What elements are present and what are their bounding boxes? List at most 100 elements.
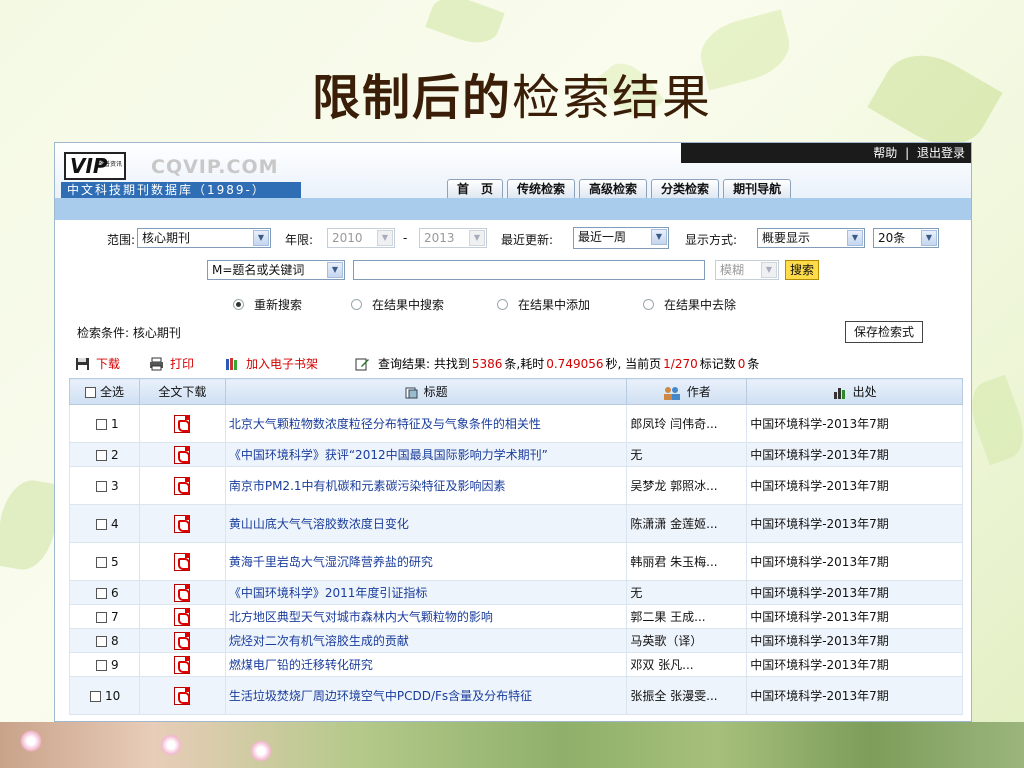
article-author[interactable]: 吴梦龙 郭照冰...: [626, 466, 748, 505]
year-to-value: 2013: [424, 231, 455, 245]
tab-journal-nav[interactable]: 期刊导航: [723, 179, 792, 199]
pdf-icon[interactable]: [174, 631, 191, 650]
article-author[interactable]: 郭二果 王成...: [626, 604, 748, 629]
pdf-icon[interactable]: [174, 583, 191, 602]
article-source[interactable]: 中国环境科学-2013年7期: [746, 504, 963, 543]
row-number: 10: [105, 688, 121, 703]
pdf-icon[interactable]: [174, 655, 191, 674]
match-select-value: 模糊: [720, 263, 745, 277]
match-select[interactable]: 模糊 ▼: [715, 260, 779, 280]
article-author[interactable]: 无: [626, 442, 748, 467]
article-source[interactable]: 中国环境科学-2013年7期: [746, 442, 963, 467]
radio-dot: [643, 299, 654, 310]
update-select[interactable]: 最近一周 ▼: [573, 227, 669, 249]
search-form: 范围: 核心期刊 ▼ 年限: 2010 ▼ - 2013 ▼ 最近更新: 最近一周 ▼ …: [55, 220, 971, 345]
pdf-icon[interactable]: [174, 514, 191, 533]
article-source[interactable]: 中国环境科学-2013年7期: [746, 542, 963, 581]
row-number: 9: [111, 657, 119, 672]
select-all-header[interactable]: 全选: [69, 378, 140, 405]
radio-search-in-results[interactable]: 在结果中搜索: [351, 296, 444, 313]
article-author[interactable]: 韩丽君 朱玉梅...: [626, 542, 748, 581]
pdf-icon[interactable]: [174, 686, 191, 705]
article-title-link[interactable]: 烷烃对二次有机气溶胶生成的贡献: [224, 628, 628, 653]
download-button[interactable]: 下载: [75, 352, 120, 376]
article-source[interactable]: 中国环境科学-2013年7期: [746, 604, 963, 629]
row-checkbox[interactable]: [96, 480, 107, 492]
radio-label: 重新搜索: [254, 298, 303, 312]
radio-add-to-results[interactable]: 在结果中添加: [497, 296, 590, 313]
year-from-select[interactable]: 2010 ▼: [327, 228, 395, 248]
edit-note-icon: [355, 358, 369, 371]
search-button[interactable]: 搜索: [785, 260, 820, 280]
result-text: 标记数: [699, 357, 736, 371]
tab-traditional-search[interactable]: 传统检索: [507, 179, 576, 199]
slide-title-rest: 检索结果: [512, 70, 713, 126]
table-row: 7 北方地区典型天气对城市森林内大气颗粒物的影响 郭二果 王成... 中国环境科…: [69, 604, 963, 629]
add-bookshelf-button[interactable]: 加入电子书架: [225, 352, 318, 376]
print-button[interactable]: 打印: [149, 352, 194, 376]
article-author[interactable]: 马英歌（译）: [626, 628, 748, 653]
pdf-icon[interactable]: [174, 476, 191, 495]
row-checkbox[interactable]: [96, 587, 107, 599]
article-title-link[interactable]: 《中国环境科学》2011年度引证指标: [224, 580, 628, 605]
article-source[interactable]: 中国环境科学-2013年7期: [746, 628, 963, 653]
article-author[interactable]: 张振全 张漫雯...: [626, 676, 748, 715]
article-source[interactable]: 中国环境科学-2013年7期: [746, 580, 963, 605]
article-author[interactable]: 郎凤玲 闫伟奇...: [626, 404, 748, 443]
article-source[interactable]: 中国环境科学-2013年7期: [746, 652, 963, 677]
article-title-link[interactable]: 黄海千里岩岛大气湿沉降营养盐的研究: [224, 542, 628, 581]
tab-category-search[interactable]: 分类检索: [651, 179, 720, 199]
update-select-value: 最近一周: [578, 230, 627, 244]
article-title-link[interactable]: 南京市PM2.1中有机碳和元素碳污染特征及影响因素: [224, 466, 628, 505]
download-label: 下载: [96, 357, 121, 371]
row-number: 7: [111, 609, 119, 624]
header-divider: [55, 198, 971, 220]
article-source[interactable]: 中国环境科学-2013年7期: [746, 404, 963, 443]
article-author[interactable]: 邓双 张凡...: [626, 652, 748, 677]
pdf-icon[interactable]: [174, 552, 191, 571]
article-source[interactable]: 中国环境科学-2013年7期: [746, 466, 963, 505]
source-header[interactable]: 出处: [746, 378, 963, 405]
tab-advanced-search[interactable]: 高级检索: [579, 179, 648, 199]
checkbox[interactable]: [84, 387, 96, 398]
vip-logo[interactable]: VIP 维普资讯 CQVIP.COM 中文科技期刊数据库（1989-）: [61, 150, 301, 200]
page-size-select[interactable]: 20条 ▼: [873, 228, 939, 248]
screenshot-frame: VIP 维普资讯 CQVIP.COM 中文科技期刊数据库（1989-） 首 页 传…: [54, 142, 972, 722]
logout-link[interactable]: 退出登录: [917, 146, 965, 160]
article-title-link[interactable]: 北方地区典型天气对城市森林内大气颗粒物的影响: [224, 604, 628, 629]
radio-new-search[interactable]: 重新搜索: [233, 296, 302, 313]
download-header[interactable]: 全文下载: [138, 378, 226, 405]
article-title-link[interactable]: 燃煤电厂铅的迁移转化研究: [224, 652, 628, 677]
display-select[interactable]: 概要显示 ▼: [757, 228, 865, 248]
author-header[interactable]: 作者: [626, 378, 748, 405]
row-checkbox[interactable]: [96, 659, 107, 671]
article-title-link[interactable]: 北京大气颗粒物数浓度粒径分布特征及与气象条件的相关性: [224, 404, 628, 443]
field-select[interactable]: M=题名或关键词 ▼: [207, 260, 345, 280]
title-header[interactable]: 标题: [224, 378, 628, 405]
search-input[interactable]: [353, 260, 705, 280]
row-checkbox[interactable]: [96, 518, 107, 530]
row-checkbox[interactable]: [96, 418, 107, 430]
pdf-icon[interactable]: [174, 445, 191, 464]
row-checkbox[interactable]: [90, 690, 101, 702]
save-query-button[interactable]: 保存检索式: [845, 321, 924, 343]
row-checkbox[interactable]: [96, 611, 107, 623]
article-author[interactable]: 陈潇潇 金莲姬...: [626, 504, 748, 543]
article-title-link[interactable]: 《中国环境科学》获评“2012中国最具国际影响力学术期刊”: [224, 442, 628, 467]
row-checkbox[interactable]: [96, 556, 107, 568]
radio-remove-from-results[interactable]: 在结果中去除: [643, 296, 736, 313]
pdf-icon[interactable]: [174, 607, 191, 626]
vip-logo-mark: VIP 维普资讯: [64, 152, 126, 180]
article-title-link[interactable]: 生活垃圾焚烧厂周边环境空气中PCDD/Fs含量及分布特征: [224, 676, 628, 715]
table-row: 5 黄海千里岩岛大气湿沉降营养盐的研究 韩丽君 朱玉梅... 中国环境科学-20…: [69, 542, 963, 581]
pdf-icon[interactable]: [174, 414, 191, 433]
help-link[interactable]: 帮助: [873, 146, 897, 160]
article-author[interactable]: 无: [626, 580, 748, 605]
article-source[interactable]: 中国环境科学-2013年7期: [746, 676, 963, 715]
row-checkbox[interactable]: [96, 449, 107, 461]
range-select[interactable]: 核心期刊 ▼: [137, 228, 271, 248]
tab-home[interactable]: 首 页: [447, 179, 504, 199]
row-checkbox[interactable]: [96, 635, 107, 647]
article-title-link[interactable]: 黄山山底大气气溶胶数浓度日变化: [224, 504, 628, 543]
year-to-select[interactable]: 2013 ▼: [419, 228, 487, 248]
